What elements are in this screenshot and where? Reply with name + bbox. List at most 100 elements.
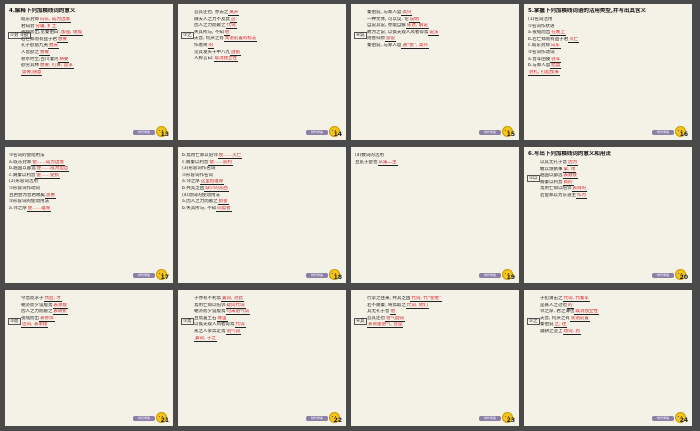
answer-text: 离开	[228, 10, 240, 16]
slide-thumbnail[interactable]: 秦伯说, 与郑人盟高兴 一种文体, 可以议, 论说明 自说其说, 亦能自解陈述, 解…	[351, 4, 519, 140]
side-label: ④说	[354, 32, 367, 39]
answer-text: 说明	[408, 16, 420, 23]
question-text: 今急而求子	[21, 296, 44, 301]
answer-text: 的	[567, 302, 574, 309]
slide-content: 6.写出下列加横线词的意义和用法 以其无礼于晋因为 敢以烦执事拿, 用越国以鄙远表顺…	[528, 151, 688, 269]
slide-text-line: 若亡郑而有益于君想要	[21, 36, 169, 44]
question-text: 邻之厚, 君之薄也	[540, 309, 575, 315]
slide-text-line: 既东封郑向东, 成为边境	[21, 17, 169, 24]
slide-text-line: 吾其还也语气副词	[367, 315, 515, 323]
slide-text-line: 微夫人之力不及此这	[194, 16, 342, 24]
brand-badge-label: 时代学案	[483, 273, 496, 277]
slide-thumbnail[interactable]: ③名词的使动用法 a.既东封郑使……成为边境 b.越国以鄙远使……成为边邑 c.阙秦以…	[5, 147, 173, 283]
slide-thumbnail[interactable]: 行李之往来, 共其乏困代词, 代“使者” 若不阙秦, 将焉取之代词, 他们 其无礼于…	[351, 290, 519, 426]
answer-text: 动词, 到	[562, 328, 581, 335]
slide-thumbnail[interactable]: 4.解释下列加横线词的意义 既东封郑向东, 成为边境 君知封分疆, 扩土 夜缒而出,见…	[5, 4, 173, 140]
brand-badge-label: 时代学案	[310, 416, 323, 420]
question-text: (1)名词活用	[528, 17, 553, 22]
brand-badge: 时代学案	[652, 273, 674, 278]
slide-text-line: 且焉置土石哪里	[194, 315, 342, 323]
slide-text-line: 一种文体, 可以议, 论说明	[367, 16, 515, 24]
answer-text: 代词	[225, 23, 237, 30]
slide-text-line: 焉用亡郑以陪邻表目的	[540, 186, 688, 193]
slide-text-line: 则会归原游说	[367, 36, 515, 43]
slide-text-line: 夫晋, 何厌之有宾语前置的标志	[194, 36, 342, 43]
slide-text-line: 今急而求子然后, 才	[21, 296, 169, 303]
question-text: 子犯请击之	[540, 296, 563, 301]
slide-thumbnail[interactable]: 子亦有不利焉兼词, 对此 焉用亡郑以陪邻疑问代词 朝济而夕设版焉句末语气词 且焉置土石…	[178, 290, 346, 426]
question-text: b.共其乏困	[182, 185, 205, 191]
brand-badge: 时代学案	[133, 130, 155, 135]
question-text: 且贰于楚也	[355, 159, 378, 165]
slide-thumbnail[interactable]: 5.掌握下列加横线词语的活用类型,并写出其含义 (1)名词活用 ①名词作状语 a.夜缒…	[524, 4, 692, 140]
answer-text: 损害	[217, 199, 229, 206]
answer-text: 因为	[567, 160, 578, 166]
slide-text-line: 焉用亡郑以陪邻疑问代词	[194, 302, 342, 310]
question-text: 若舍郑以为东道主	[540, 192, 576, 198]
answer-text: 表转折	[52, 309, 68, 316]
question-text: 吾其还也	[367, 315, 385, 321]
answer-text: 使……成为边境	[31, 159, 65, 166]
question-text: ①形容词作名词	[182, 172, 214, 178]
question-text: 朝济而夕设版焉	[194, 309, 226, 315]
slide-text-line: 驻扎, 打起仗来	[528, 69, 688, 77]
slide-thumbnail[interactable]: 吾其还也, 亦去之离开 微夫人之力不及此这 因人之力而敝之代词 失其所与, 不知他 夫晋…	[178, 4, 346, 140]
slide-thumbnail[interactable]: 6.写出下列加横线词的意义和用法 以其无礼于晋因为 敢以烦执事拿, 用越国以鄙远表顺…	[524, 147, 692, 283]
slide-text-line: (2)形容词活用	[9, 179, 169, 186]
slide-content: 秦伯说, 与郑人盟高兴 一种文体, 可以议, 论说明 自说其说, 亦能自解陈述, 解…	[355, 8, 515, 126]
brand-badge: 时代学案	[133, 273, 155, 278]
slide-thumbnail[interactable]: 今急而求子然后, 才朝济而夕设版焉表承接 因人之力而敝之表转折 夜缒而出表修饰 连词,…	[5, 290, 173, 426]
slide-content: 子亦有不利焉兼词, 对此 焉用亡郑以陪邻疑问代词 朝济而夕设版焉句末语气词 且焉置土石…	[182, 294, 342, 412]
question-text: (3)形容词作名词	[182, 166, 216, 172]
slide-text-line: 秦伯说, 与郑人盟通“悦”, 高兴	[367, 42, 515, 50]
slide-text-line: 君知封分疆, 扩土	[21, 23, 169, 31]
answer-text: 表修饰	[39, 315, 55, 322]
answer-text: 表目的	[571, 186, 587, 193]
slide-number: 21	[160, 417, 169, 424]
brand-badge: 时代学案	[306, 273, 328, 278]
answer-text: 表商量语气, 还是	[367, 322, 404, 329]
slide-text-line: b.若亡郑而有益于君灭亡	[528, 36, 688, 44]
brand-badge-label: 时代学案	[483, 130, 496, 134]
slide-text-line: b.越国以鄙远使……成为边邑	[9, 166, 169, 173]
answer-text: 游说	[385, 36, 396, 43]
question-text: (4)数词的活用	[355, 153, 384, 158]
slide-text-line: 以俟夫观人风者得焉代词	[194, 322, 342, 329]
slide-text-line: c.阙秦以利晋使……获利	[182, 159, 342, 167]
question-text: 故为之说, 以俟夫观人风者得焉	[367, 29, 429, 35]
slide-text-line: (1)名词活用	[528, 17, 688, 24]
question-text: 既东封郑	[21, 17, 39, 22]
question-text: c.既东封郑	[528, 43, 550, 49]
answer-text: 宾语前置	[569, 315, 590, 322]
slide-text-line: 邻之厚, 君之薄也取消独立性	[540, 309, 688, 316]
question-text: ③名词的使动用法	[9, 153, 45, 158]
question-text: b.越国以鄙远	[9, 166, 36, 172]
question-text: 以其无礼于晋	[540, 160, 567, 165]
answer-text: 说法	[428, 29, 440, 36]
slide-text-line: 敢以烦执事拿, 用	[540, 166, 688, 174]
slide-thumbnail[interactable]: b.焉用亡郑以陪邻使……灭亡 c.阙秦以利晋使……获利 (3)形容词作名词 ①形容词作…	[178, 147, 346, 283]
slide-text-line: 阙秦以利晋目的	[540, 179, 688, 187]
answer-text: 驻军	[550, 56, 562, 63]
slide-text-line: 秦伯说, 与郑人盟高兴	[367, 10, 515, 17]
slide-text-line: ①形容词作名词	[182, 173, 342, 180]
slide-number: 14	[333, 131, 342, 138]
brand-badge-label: 时代学案	[656, 416, 669, 420]
question-text: 辍耕之垄上	[540, 328, 563, 334]
question-text: 微夫人之力不及此	[194, 16, 230, 22]
slide-thumbnail[interactable]: (4)数词的活用 且贰于楚也从属二主 时代学案 19	[351, 147, 519, 283]
question-text: ①形容词作动词	[9, 185, 41, 191]
answer-text: 兼词, 于之	[194, 335, 217, 342]
slide-text-line: 自说其说, 亦能自解陈述, 解说	[367, 23, 515, 30]
slide-text-line: 朝济而夕设版焉句末语气词	[194, 309, 342, 316]
slide-thumbnail[interactable]: 子犯请击之代词, 代秦军 是寡人之过也的 邻之厚, 君之薄也取消独立性 夫晋, 何厌之…	[524, 290, 692, 426]
slide-text-line: 秋水时至,百川灌河将要	[21, 56, 169, 64]
question-text: 一种文体, 可以议, 论	[367, 16, 409, 22]
brand-badge: 时代学案	[652, 416, 674, 421]
brand-badge-label: 时代学案	[656, 273, 669, 277]
answer-text: 想要	[39, 49, 50, 56]
answer-text: 取消独立性	[213, 56, 239, 63]
slide-content: 5.掌握下列加横线词语的活用类型,并写出其含义 (1)名词活用 ①名词作状语 a.夜缒…	[528, 8, 688, 126]
slide-text-line: 以其无礼于晋因为	[540, 160, 688, 167]
question-text: a.因人之力而敝之	[182, 199, 218, 205]
